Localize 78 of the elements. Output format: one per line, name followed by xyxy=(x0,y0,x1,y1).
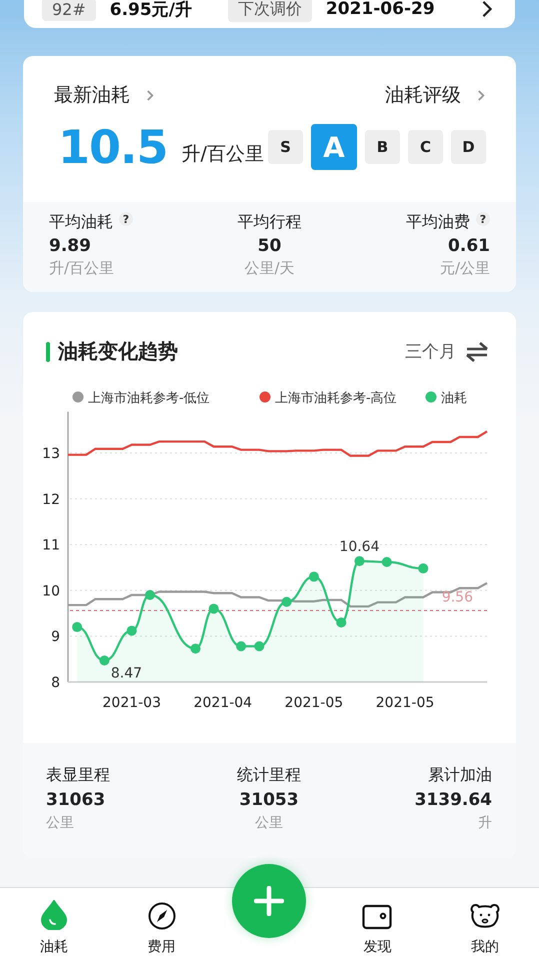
axis-tick-label: 2021-03 xyxy=(102,695,161,711)
legend-label: 油耗 xyxy=(441,391,467,406)
axis-tick-label: 2021-04 xyxy=(194,695,252,711)
card-title: 油耗变化趋势 xyxy=(58,338,178,365)
total-unit: 升 xyxy=(478,814,492,832)
grade-tab[interactable]: C xyxy=(408,130,443,164)
total-value: 31053 xyxy=(239,790,299,810)
data-point xyxy=(126,626,137,636)
stat-unit: 公里/天 xyxy=(244,259,295,278)
data-point xyxy=(354,556,364,566)
average-label: 9.56 xyxy=(442,590,473,606)
plus-icon xyxy=(254,886,284,916)
grade-label: 92# xyxy=(42,0,96,20)
grade-tab[interactable]: S xyxy=(268,130,303,164)
data-point xyxy=(382,557,392,567)
data-point xyxy=(282,596,292,607)
data-point xyxy=(190,644,201,654)
stat-value: 0.61 xyxy=(448,236,490,256)
period-selector[interactable]: 三个月 xyxy=(405,340,456,363)
stat-label: 平均油费 xyxy=(406,212,470,233)
bear-face-icon xyxy=(470,902,500,930)
rating-link[interactable]: 油耗评级 xyxy=(385,82,461,108)
stat-unit: 元/公里 xyxy=(440,259,490,278)
total-label: 统计里程 xyxy=(237,765,301,786)
axis-tick-label: 2021-05 xyxy=(284,695,344,711)
data-label: 10.64 xyxy=(339,539,380,556)
drop-icon xyxy=(40,900,67,930)
title-accent-bar xyxy=(46,342,50,362)
grade-tab[interactable]: D xyxy=(451,130,486,164)
axis-tick-label: 8 xyxy=(51,675,60,691)
nav-tab[interactable]: 费用 xyxy=(108,888,216,960)
swap-icon[interactable] xyxy=(466,342,488,362)
total-label: 表显里程 xyxy=(46,765,111,786)
data-point xyxy=(308,572,319,582)
latest-consumption-value: 10.5 xyxy=(58,120,168,174)
total-value: 31063 xyxy=(46,790,106,810)
axis-tick-label: 2021-05 xyxy=(376,695,434,711)
price-card[interactable]: 92# 6.95元/升 下次调价 2021-06-29 xyxy=(24,0,515,28)
data-label: 8.47 xyxy=(110,665,142,682)
next-adjust-label: 下次调价 xyxy=(228,0,312,22)
help-icon[interactable]: ? xyxy=(476,212,490,226)
compass-icon xyxy=(148,902,176,930)
axis-tick-label: 9 xyxy=(51,629,60,646)
wallet-icon xyxy=(362,904,392,930)
stat-label: 平均油耗 xyxy=(49,212,113,233)
grade-tab[interactable]: B xyxy=(365,130,400,164)
axis-tick-label: 11 xyxy=(42,538,60,554)
stat-unit: 升/百公里 xyxy=(49,259,116,278)
consumption-unit: 升/百公里 xyxy=(182,142,264,167)
data-point xyxy=(144,590,155,600)
total-value: 3139.64 xyxy=(414,790,492,810)
price-text: 6.95元/升 xyxy=(110,0,192,20)
add-button[interactable] xyxy=(232,864,306,938)
legend-label: 上海市油耗参考-低位 xyxy=(88,391,210,406)
total-unit: 公里 xyxy=(255,814,283,832)
nav-tab[interactable]: 我的 xyxy=(431,888,539,960)
help-icon[interactable]: ? xyxy=(119,212,133,226)
axis-tick-label: 13 xyxy=(42,446,60,462)
nav-tab[interactable]: 发现 xyxy=(323,888,432,960)
axis-tick-label: 12 xyxy=(42,492,60,508)
latest-consumption-link[interactable]: 最新油耗 xyxy=(54,82,130,108)
data-point xyxy=(418,563,428,574)
stat-label: 平均行程 xyxy=(238,212,302,233)
total-unit: 公里 xyxy=(46,814,75,832)
next-adjust-date: 2021-06-29 xyxy=(326,0,435,19)
total-label: 累计加油 xyxy=(428,765,492,786)
data-point xyxy=(99,655,110,666)
data-point xyxy=(208,604,219,614)
legend-label: 上海市油耗参考-高位 xyxy=(275,391,397,406)
data-point xyxy=(254,641,264,652)
nav-tab[interactable]: 油耗 xyxy=(0,888,108,960)
data-point xyxy=(236,641,246,652)
chevron-icon[interactable] xyxy=(481,0,493,18)
axis-tick-label: 10 xyxy=(42,583,60,600)
data-point xyxy=(336,617,346,628)
data-point xyxy=(72,622,82,632)
stat-value: 50 xyxy=(258,236,282,256)
stat-value: 9.89 xyxy=(49,236,92,256)
